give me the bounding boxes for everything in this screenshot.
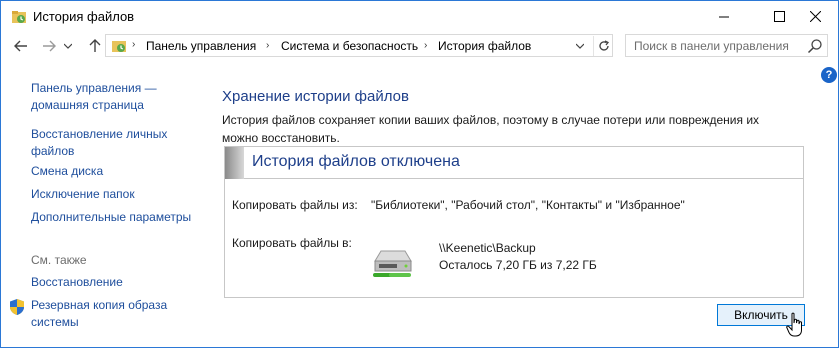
- sidebar-item-change-drive[interactable]: Смена диска: [31, 163, 103, 180]
- status-panel-header: История файлов отключена: [225, 147, 803, 179]
- sidebar-item-label: Восстановление личных: [31, 127, 168, 141]
- drive-free-space: Осталось 7,20 ГБ из 7,22 ГБ: [439, 258, 597, 272]
- copy-from-label: Копировать файлы из:: [232, 198, 358, 212]
- status-indicator-bar: [225, 147, 244, 179]
- minimize-button[interactable]: [701, 1, 747, 31]
- maximize-icon: [773, 10, 785, 22]
- address-dropdown-button[interactable]: [572, 38, 588, 54]
- drive-path: \\Keenetic\Backup: [439, 241, 536, 255]
- sidebar-item-label: файлов: [31, 144, 75, 158]
- arrow-up-icon: [89, 39, 101, 52]
- minimize-icon: [718, 16, 729, 17]
- copy-from-value: "Библиотеки", "Рабочий стол", "Контакты"…: [371, 198, 685, 212]
- sidebar-item-recovery[interactable]: Восстановление: [31, 274, 123, 291]
- arrow-left-icon: [14, 40, 27, 52]
- status-panel: История файлов отключена Копировать файл…: [224, 146, 804, 298]
- breadcrumb-file-history[interactable]: История файлов: [438, 39, 531, 53]
- sidebar-item-restore-personal-files[interactable]: Восстановление личных файлов: [31, 126, 167, 160]
- page-description: История файлов сохраняет копии ваших фай…: [222, 113, 760, 145]
- sidebar-item-label: Панель управления —: [31, 81, 157, 95]
- refresh-icon: [598, 40, 609, 51]
- close-button[interactable]: [792, 1, 838, 31]
- breadcrumb-control-panel[interactable]: Панель управления: [146, 39, 256, 53]
- copy-to-label: Копировать файлы в:: [232, 236, 352, 250]
- chevron-down-icon: [64, 43, 72, 49]
- chevron-down-icon: [576, 43, 584, 49]
- breadcrumb-separator-icon[interactable]: ›: [266, 40, 269, 51]
- up-button[interactable]: [85, 36, 105, 56]
- back-button[interactable]: [11, 36, 31, 56]
- sidebar-item-label: Исключение папок: [31, 187, 135, 201]
- sidebar-item-label: Резервная копия образа: [31, 298, 168, 312]
- navigation-bar: › Панель управления › Система и безопасн…: [1, 32, 838, 60]
- status-title: История файлов отключена: [252, 153, 460, 170]
- file-history-window: История файлов › Панель управления › Сис…: [0, 0, 839, 348]
- breadcrumb-separator-icon: ›: [132, 39, 136, 50]
- page-title: Хранение истории файлов: [222, 88, 409, 105]
- sidebar-item-label: Восстановление: [31, 275, 123, 289]
- search-icon[interactable]: [807, 38, 823, 54]
- uac-shield-icon: [10, 299, 24, 315]
- close-icon: [809, 10, 821, 22]
- sidebar-item-label: Смена диска: [31, 164, 104, 178]
- title-bar: История файлов: [1, 1, 838, 32]
- help-icon[interactable]: ?: [821, 67, 837, 83]
- arrow-right-icon: [43, 40, 56, 52]
- refresh-button[interactable]: [593, 36, 613, 56]
- sidebar-item-label: Дополнительные параметры: [31, 210, 192, 224]
- breadcrumb-system-security[interactable]: Система и безопасность: [281, 39, 418, 53]
- search-input[interactable]: Поиск в панели управления: [634, 39, 789, 53]
- sidebar-item-advanced-settings[interactable]: Дополнительные параметры: [31, 209, 191, 226]
- see-also-heading: См. также: [31, 253, 87, 267]
- search-box[interactable]: Поиск в панели управления: [625, 34, 828, 57]
- file-history-icon: [112, 41, 126, 52]
- file-history-app-icon: [12, 11, 26, 23]
- forward-button[interactable]: [39, 36, 59, 56]
- sidebar-item-exclude-folders[interactable]: Исключение папок: [31, 186, 135, 203]
- sidebar-item-control-panel-home[interactable]: Панель управления — домашняя страница: [31, 80, 157, 114]
- network-drive-icon: [373, 250, 412, 277]
- sidebar-item-system-image-backup[interactable]: Резервная копия образа системы: [31, 297, 167, 331]
- sidebar-item-label: домашняя страница: [31, 98, 144, 112]
- address-bar[interactable]: › Панель управления › Система и безопасн…: [105, 34, 613, 57]
- recent-locations-button[interactable]: [61, 36, 75, 56]
- hand-cursor-icon: [786, 312, 802, 337]
- window-title: История файлов: [33, 9, 135, 24]
- breadcrumb-separator-icon[interactable]: ›: [424, 40, 427, 51]
- sidebar-item-label: системы: [31, 315, 79, 329]
